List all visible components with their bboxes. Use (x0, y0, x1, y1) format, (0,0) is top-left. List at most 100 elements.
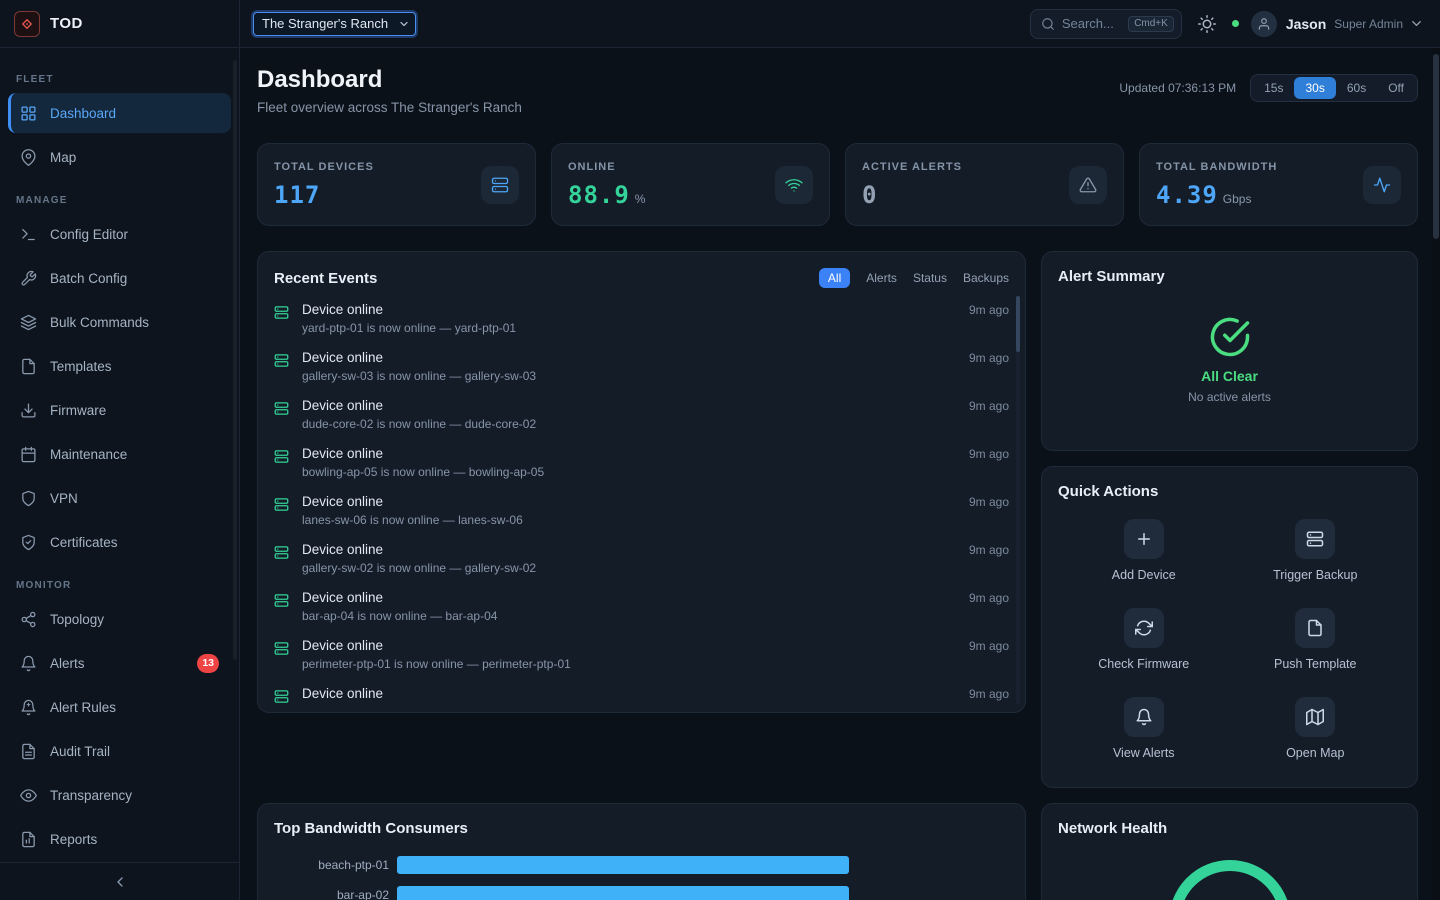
shield-check-icon (20, 534, 38, 551)
event-title: Device online (302, 590, 969, 605)
user-menu-chevron-icon[interactable] (1409, 16, 1424, 31)
event-row[interactable]: Device online 9m ago (274, 686, 1009, 713)
calendar-icon (20, 446, 38, 463)
stat-value: 117 (274, 181, 320, 209)
search-input[interactable]: Cmd+K (1030, 9, 1182, 39)
brand-area: TOD (0, 0, 240, 48)
user-avatar[interactable] (1251, 11, 1277, 37)
site-select-control[interactable]: The Stranger's Ranch (253, 12, 416, 36)
bell-icon (1124, 697, 1164, 737)
network-health-title: Network Health (1058, 820, 1167, 837)
quick-action-label: Check Firmware (1098, 657, 1189, 671)
bell-icon (20, 655, 38, 672)
sidebar-scrollbar[interactable] (233, 60, 237, 660)
map-pin-icon (20, 149, 38, 166)
event-row[interactable]: Device online lanes-sw-06 is now online … (274, 494, 1009, 542)
sidebar-item-label: Certificates (50, 535, 118, 550)
sidebar-item-audit-trail[interactable]: Audit Trail (8, 731, 231, 771)
network-health-gauge (1169, 860, 1291, 900)
event-title: Device online (302, 302, 969, 317)
search-field[interactable] (1062, 16, 1121, 31)
events-scrollbar-thumb[interactable] (1016, 296, 1020, 352)
check-circle-icon (1209, 316, 1251, 358)
sidebar-item-vpn[interactable]: VPN (8, 478, 231, 518)
sidebar-item-batch-config[interactable]: Batch Config (8, 258, 231, 298)
quick-action-label: Open Map (1286, 746, 1344, 760)
event-time: 9m ago (969, 351, 1009, 365)
event-title: Device online (302, 542, 969, 557)
quick-actions-title: Quick Actions (1058, 483, 1158, 500)
sidebar-collapse-button[interactable] (0, 862, 239, 900)
event-title: Device online (302, 398, 969, 413)
sidebar-item-firmware[interactable]: Firmware (8, 390, 231, 430)
stat-label: ACTIVE ALERTS (862, 161, 962, 173)
wifi-icon (775, 166, 813, 204)
event-row[interactable]: Device online dude-core-02 is now online… (274, 398, 1009, 446)
download-icon (20, 402, 38, 419)
right-column: Alert Summary All Clear No active alerts… (1041, 251, 1418, 788)
quick-action-open-map[interactable]: Open Map (1286, 697, 1344, 760)
chevron-left-icon (112, 874, 128, 890)
event-time: 9m ago (969, 543, 1009, 557)
sidebar-item-map[interactable]: Map (8, 137, 231, 177)
sidebar-item-label: Transparency (50, 788, 132, 803)
sidebar-item-config-editor[interactable]: Config Editor (8, 214, 231, 254)
alert-summary-panel: Alert Summary All Clear No active alerts (1041, 251, 1418, 451)
sidebar-item-bulk-commands[interactable]: Bulk Commands (8, 302, 231, 342)
tab-status[interactable]: Status (913, 271, 947, 285)
file-icon (1295, 608, 1335, 648)
bandwidth-title: Top Bandwidth Consumers (274, 820, 468, 837)
bandwidth-row: bar-ap-02 (274, 886, 1009, 900)
tab-all[interactable]: All (819, 268, 850, 288)
recent-events-panel: Recent Events All Alerts Status Backups … (257, 251, 1026, 713)
sidebar-section-manage: MANAGE (16, 195, 239, 206)
event-row[interactable]: Device online gallery-sw-03 is now onlin… (274, 350, 1009, 398)
sidebar-item-templates[interactable]: Templates (8, 346, 231, 386)
sidebar-item-transparency[interactable]: Transparency (8, 775, 231, 815)
quick-action-add-device[interactable]: Add Device (1112, 519, 1176, 582)
event-detail: dude-core-02 is now online — dude-core-0… (302, 417, 969, 431)
sidebar-item-reports[interactable]: Reports (8, 819, 231, 859)
map-icon (1295, 697, 1335, 737)
sidebar-item-label: Bulk Commands (50, 315, 149, 330)
refresh-option-30s[interactable]: 30s (1294, 77, 1335, 99)
sidebar-item-alert-rules[interactable]: Alert Rules (8, 687, 231, 727)
page-scrollbar-thumb[interactable] (1433, 54, 1439, 239)
device-server-icon (274, 641, 289, 656)
tab-backups[interactable]: Backups (963, 271, 1009, 285)
refresh-option-off[interactable]: Off (1377, 77, 1415, 99)
quick-action-view-alerts[interactable]: View Alerts (1113, 697, 1175, 760)
device-server-icon (274, 689, 289, 704)
event-row[interactable]: Device online bar-ap-04 is now online — … (274, 590, 1009, 638)
refresh-option-60s[interactable]: 60s (1336, 77, 1377, 99)
device-server-icon (274, 401, 289, 416)
site-selector[interactable]: The Stranger's Ranch (253, 12, 416, 36)
user-name: Jason (1286, 16, 1326, 32)
quick-action-trigger-backup[interactable]: Trigger Backup (1273, 519, 1357, 582)
bandwidth-device-label: bar-ap-02 (274, 888, 389, 900)
refresh-option-15s[interactable]: 15s (1253, 77, 1294, 99)
event-row[interactable]: Device online perimeter-ptp-01 is now on… (274, 638, 1009, 686)
event-detail: bowling-ap-05 is now online — bowling-ap… (302, 465, 969, 479)
sidebar-item-alerts[interactable]: Alerts 13 (8, 643, 231, 683)
sidebar-item-certificates[interactable]: Certificates (8, 522, 231, 562)
quick-action-check-firmware[interactable]: Check Firmware (1098, 608, 1189, 671)
alert-status-text: All Clear (1201, 368, 1258, 384)
tab-alerts[interactable]: Alerts (866, 271, 897, 285)
sidebar-item-dashboard[interactable]: Dashboard (8, 93, 231, 133)
stat-value: 0 (862, 181, 877, 209)
sidebar-item-maintenance[interactable]: Maintenance (8, 434, 231, 474)
event-title: Device online (302, 686, 969, 701)
sidebar-item-topology[interactable]: Topology (8, 599, 231, 639)
alert-summary-title: Alert Summary (1058, 268, 1401, 285)
event-row[interactable]: Device online bowling-ap-05 is now onlin… (274, 446, 1009, 494)
stat-label: TOTAL DEVICES (274, 161, 374, 173)
events-list: Device online yard-ptp-01 is now online … (274, 302, 1009, 713)
sidebar-item-label: Firmware (50, 403, 106, 418)
event-row[interactable]: Device online gallery-sw-02 is now onlin… (274, 542, 1009, 590)
quick-action-push-template[interactable]: Push Template (1274, 608, 1356, 671)
theme-toggle-button[interactable] (1198, 15, 1216, 33)
stat-value: 88.9 (568, 181, 630, 209)
device-server-icon (274, 305, 289, 320)
event-row[interactable]: Device online yard-ptp-01 is now online … (274, 302, 1009, 350)
